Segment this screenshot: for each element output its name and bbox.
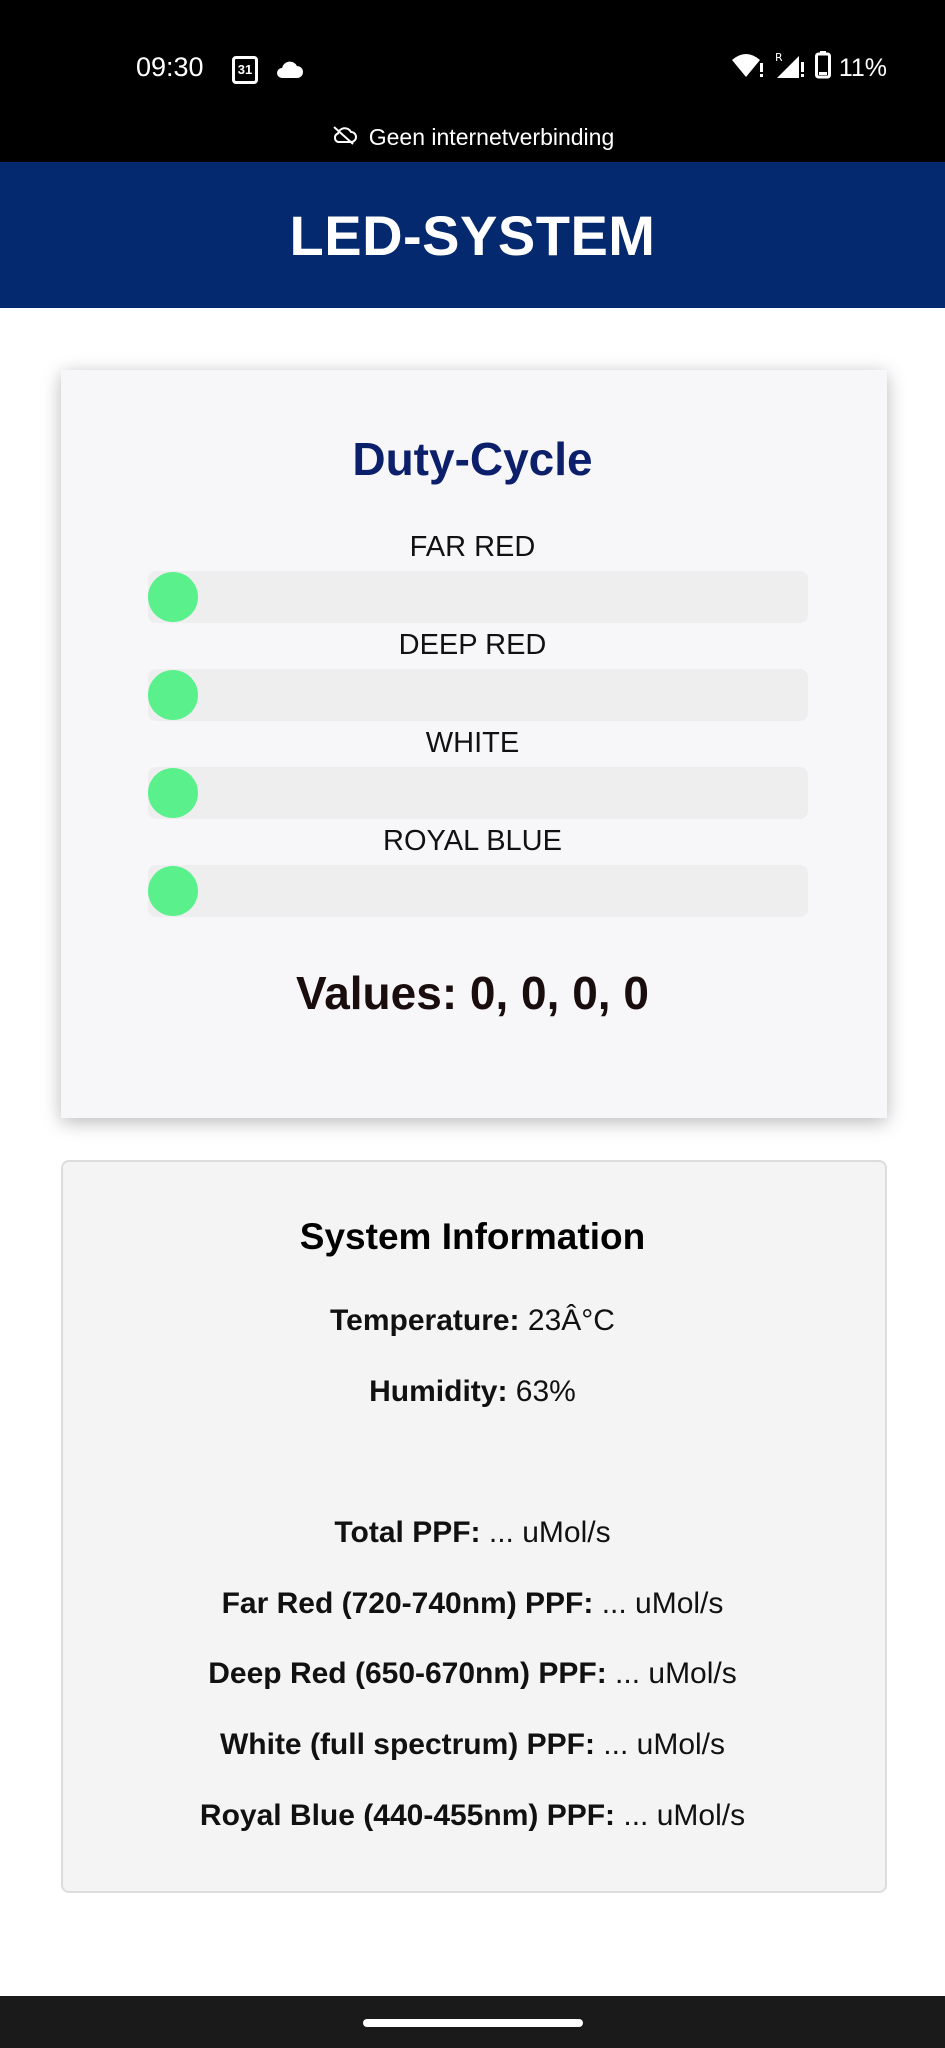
page-title: LED-SYSTEM: [289, 203, 656, 267]
slider-label-royal-blue: ROYAL BLUE: [383, 825, 562, 857]
slider-thumb-far-red[interactable]: [148, 572, 198, 622]
network-banner: Geen internetverbinding: [0, 124, 945, 151]
duty-cycle-title: Duty-Cycle: [352, 433, 593, 485]
far-red-ppf-line: Far Red (720-740nm) PPF: ... uMol/s: [0, 1587, 945, 1621]
royal-blue-ppf-line: Royal Blue (440-455nm) PPF: ... uMol/s: [0, 1799, 945, 1833]
far-red-ppf-label: Far Red (720-740nm) PPF:: [221, 1587, 594, 1620]
slider-royal-blue[interactable]: [148, 865, 808, 917]
signal-roaming-icon: R: [773, 50, 807, 87]
temperature-value: 23Â°C: [519, 1304, 615, 1337]
far-red-ppf-value: ... uMol/s: [593, 1587, 724, 1620]
svg-text:R: R: [775, 51, 783, 64]
network-banner-text: Geen internetverbinding: [368, 124, 615, 150]
battery-percent: 11%: [838, 54, 887, 82]
status-bar: 09:30 31 R 11% Geen internetverbinding: [0, 0, 945, 162]
values-readout: Values: 0, 0, 0, 0: [296, 967, 649, 1019]
slider-thumb-white[interactable]: [148, 768, 198, 818]
royal-blue-ppf-value: ... uMol/s: [615, 1799, 746, 1832]
slider-label-far-red: FAR RED: [409, 531, 536, 563]
status-icons: R 11%: [731, 50, 887, 87]
deep-red-ppf-label: Deep Red (650-670nm) PPF:: [208, 1657, 607, 1690]
white-ppf-line: White (full spectrum) PPF: ... uMol/s: [0, 1728, 945, 1762]
total-ppf-label: Total PPF:: [334, 1516, 481, 1549]
deep-red-ppf-value: ... uMol/s: [606, 1657, 737, 1690]
slider-label-deep-red: DEEP RED: [398, 629, 547, 661]
cloud-icon: [274, 58, 304, 85]
wifi-alert-icon: [731, 51, 765, 86]
deep-red-ppf-line: Deep Red (650-670nm) PPF: ... uMol/s: [0, 1657, 945, 1691]
royal-blue-ppf-label: Royal Blue (440-455nm) PPF:: [199, 1799, 616, 1832]
system-info-title: System Information: [299, 1216, 646, 1257]
slider-far-red[interactable]: [148, 571, 808, 623]
humidity-value: 63%: [507, 1375, 576, 1408]
slider-thumb-royal-blue[interactable]: [148, 866, 198, 916]
temperature-label: Temperature:: [330, 1304, 520, 1337]
temperature-line: Temperature: 23Â°C: [0, 1304, 945, 1338]
total-ppf-line: Total PPF: ... uMol/s: [0, 1516, 945, 1550]
slider-white[interactable]: [148, 767, 808, 819]
battery-icon: [814, 51, 831, 86]
home-gesture-handle[interactable]: [363, 2019, 583, 2027]
slider-label-white: WHITE: [425, 727, 520, 759]
total-ppf-value: ... uMol/s: [480, 1516, 611, 1549]
calendar-icon: 31: [232, 56, 258, 84]
slider-deep-red[interactable]: [148, 669, 808, 721]
slider-thumb-deep-red[interactable]: [148, 670, 198, 720]
status-time: 09:30: [136, 52, 204, 82]
white-ppf-label: White (full spectrum) PPF:: [219, 1728, 595, 1761]
humidity-label: Humidity:: [369, 1375, 508, 1408]
app-header: LED-SYSTEM: [0, 162, 945, 308]
humidity-line: Humidity: 63%: [0, 1375, 945, 1409]
white-ppf-value: ... uMol/s: [594, 1728, 726, 1761]
cloud-off-icon: [331, 124, 357, 151]
